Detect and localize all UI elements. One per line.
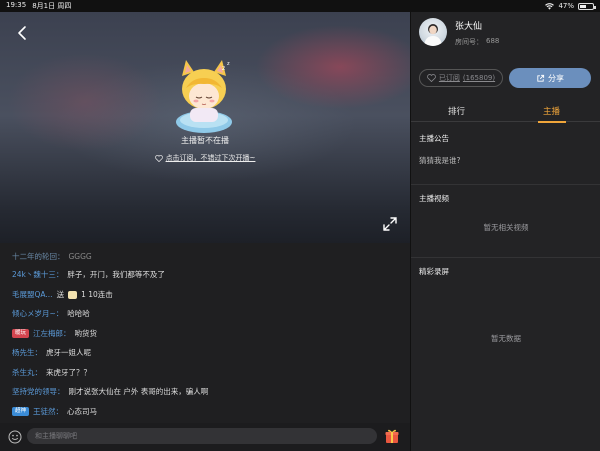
subscribe-label: 已订阅	[438, 74, 460, 82]
chat-text: 哟货货	[74, 329, 98, 338]
active-tab-indicator	[538, 121, 566, 123]
room-number-label: 房间号：	[455, 38, 483, 46]
gift-icon[interactable]	[384, 428, 400, 444]
tab-streamer[interactable]: 主播	[543, 105, 560, 117]
chat-username[interactable]: 杀生丸：	[12, 367, 42, 378]
avatar-portrait	[424, 24, 442, 46]
chat-message: 十二年的轮回： GGGG	[12, 251, 92, 262]
heart-check-icon	[427, 74, 436, 82]
battery-icon	[578, 2, 596, 10]
chat-message: 超神 王徒然： 心态司马	[12, 406, 97, 417]
chat-input[interactable]	[27, 428, 377, 444]
svg-text:z: z	[227, 61, 230, 67]
videos-empty-message: 暂无相关视频	[483, 223, 529, 232]
section-divider	[411, 257, 600, 258]
subscribe-hint[interactable]: 点击订阅，不错过下次开播~	[0, 153, 410, 163]
chat-username[interactable]: 倾心メ岁月~：	[12, 308, 63, 319]
chat-text: 刚才说张大仙在 户外 表哥的出来，骗人啊	[68, 387, 209, 396]
share-button[interactable]: 分享	[509, 68, 591, 88]
panel-tabs: 排行 主播	[411, 100, 600, 123]
recordings-empty-message: 暂无数据	[491, 334, 521, 343]
heart-icon	[154, 154, 163, 162]
section-divider	[411, 184, 600, 185]
announcement-title: 主播公告	[419, 134, 449, 143]
offline-message: 主播暂不在播	[181, 136, 229, 145]
status-bar: 19:35 8月1日 周四 47%	[0, 0, 600, 12]
videos-title: 主播视频	[419, 194, 449, 203]
chat-username[interactable]: 王徒然：	[33, 406, 63, 417]
room-number-value: 688	[486, 37, 500, 45]
chat-message: 倾心メ岁月~： 哈哈哈	[12, 308, 90, 319]
svg-text:z: z	[222, 65, 225, 72]
chat-message: 杨先生： 虎牙一姐人呢	[12, 347, 91, 358]
chat-username[interactable]: 江左梅郎：	[33, 328, 71, 339]
sleeping-mascot-illustration: z z	[176, 60, 232, 133]
chat-message: 毛展盟QA... 送 1 10连击	[12, 289, 113, 300]
streamer-name: 张大仙	[455, 22, 483, 32]
room-number: 房间号： 688	[455, 37, 499, 47]
chat-username[interactable]: 24k丶魏十三：	[12, 269, 63, 280]
subscribe-link[interactable]: 点击订阅，不错过下次开播~	[166, 153, 256, 163]
subscribe-button[interactable]: 已订阅 (165809)	[419, 69, 503, 87]
user-badge: 超神	[12, 407, 30, 416]
share-icon	[537, 74, 545, 82]
chat-username[interactable]: 坚持党的领导：	[12, 386, 65, 397]
chevron-left-icon[interactable]	[14, 24, 32, 42]
chat-input-bar	[0, 423, 410, 451]
emoji-icon[interactable]	[8, 430, 22, 444]
announcement-text: 猜猜我是谁?	[419, 156, 461, 165]
gift-item-icon	[68, 290, 78, 299]
chat-message: 坚持党的领导： 刚才说张大仙在 户外 表哥的出来，骗人啊	[12, 386, 208, 397]
share-label: 分享	[548, 73, 564, 83]
chat-text: 来虎牙了？？	[46, 368, 91, 377]
battery-fill	[580, 4, 586, 8]
recordings-title: 精彩录屏	[419, 267, 449, 276]
chat-panel[interactable]: 十二年的轮回： GGGG 24k丶魏十三： 胖子，开门，我们都等不及了 毛展盟Q…	[0, 243, 410, 423]
chat-username[interactable]: 十二年的轮回：	[12, 251, 65, 262]
gift-combo-text: 1 10连击	[81, 290, 113, 299]
chat-text: 胖子，开门，我们都等不及了	[67, 270, 165, 279]
chat-message: 24k丶魏十三： 胖子，开门，我们都等不及了	[12, 269, 165, 280]
status-date: 8月1日 周四	[32, 2, 72, 10]
chat-username[interactable]: 杨先生：	[12, 347, 42, 358]
chat-text: GGGG	[68, 252, 92, 261]
user-badge: 暖玩	[12, 329, 30, 338]
tab-ranking[interactable]: 排行	[448, 105, 465, 117]
chat-text: 哈哈哈	[67, 309, 90, 318]
subscriber-count: (165809)	[462, 74, 496, 82]
fullscreen-icon[interactable]	[382, 216, 398, 232]
video-player[interactable]: z z 主播暂不在播 点击订阅，不错过下次开播~	[0, 12, 410, 243]
chat-message: 暖玩 江左梅郎： 哟货货	[12, 328, 97, 339]
chat-text: 心态司马	[67, 407, 98, 416]
streamer-info-panel: 张大仙 房间号： 688 已订阅 (165809) 分享 排行 主播 主播公告 …	[410, 12, 600, 451]
chat-text: 送	[56, 290, 65, 299]
battery-percent: 47%	[558, 2, 574, 10]
status-time: 19:35	[6, 1, 27, 9]
wifi-icon	[545, 2, 555, 10]
avatar[interactable]	[419, 18, 447, 46]
chat-text: 虎牙一姐人呢	[46, 348, 91, 357]
chat-message: 杀生丸： 来虎牙了？？	[12, 367, 91, 378]
chat-username[interactable]: 毛展盟QA...	[12, 289, 53, 300]
